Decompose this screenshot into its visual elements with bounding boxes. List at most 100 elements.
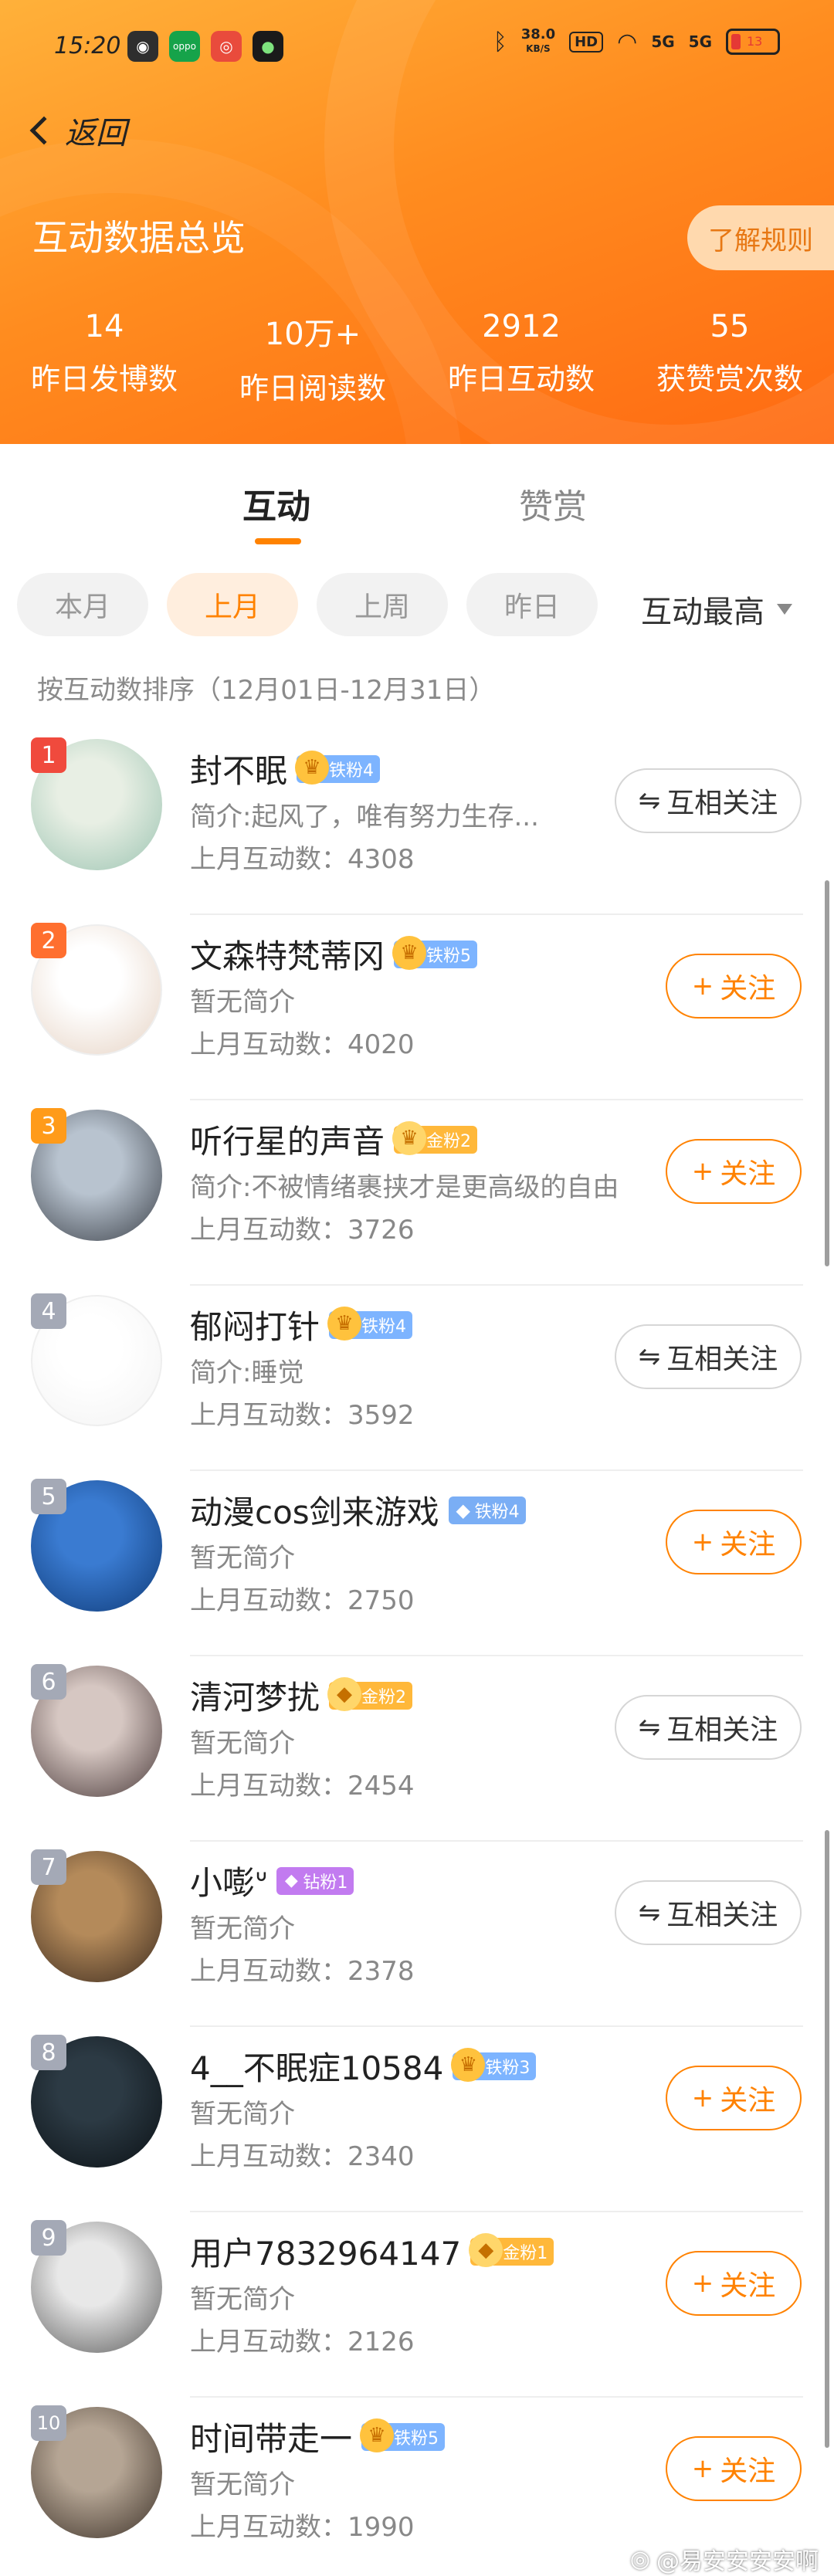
name-line: 4__不眠症10584 ♛ 铁粉3 [190, 2042, 537, 2090]
mutual-follow-button[interactable]: ⇋ 互相关注 [615, 1695, 802, 1760]
mutual-follow-button[interactable]: ⇋ 互相关注 [615, 1324, 802, 1389]
user-intro: 暂无简介 [190, 987, 295, 1018]
interaction-count: 上月互动数：1990 [190, 2506, 415, 2544]
wechat-icon: ◉ [127, 31, 158, 62]
stat-label: 昨日互动数 [447, 362, 595, 396]
user-name[interactable]: 封不眠 [190, 745, 287, 792]
user-intro: 暂无简介 [190, 2469, 295, 2500]
sort-dropdown[interactable]: 互动最高 [641, 587, 792, 632]
interaction-count-label: 上月互动数： [190, 1585, 348, 1616]
list-item[interactable]: 6 清河梦扰 ◆ 金粉2 暂无简介 上月互动数：2454 ⇋ 互相关注 [0, 1656, 834, 1842]
stat-value: 2912 [482, 309, 561, 344]
interaction-count-value: 2126 [348, 2327, 415, 2357]
back-label: 返回 [65, 116, 127, 151]
follow-button[interactable]: + 关注 [666, 2436, 802, 2501]
follow-button[interactable]: + 关注 [666, 2066, 802, 2130]
interaction-count: 上月互动数：4020 [190, 1023, 415, 1061]
button-label: 关注 [720, 2456, 776, 2487]
stat-posts: 14 昨日发博数 [0, 309, 208, 407]
tab-reward[interactable]: 赞赏 [519, 479, 587, 528]
page-title: 互动数据总览 [32, 217, 246, 259]
fan-level-text: 钻粉1 [303, 1873, 348, 1893]
user-name[interactable]: 文森特梵蒂冈 [190, 930, 385, 978]
interaction-count-label: 上月互动数： [190, 1400, 348, 1431]
filter-this-month[interactable]: 本月 [17, 573, 148, 636]
oppo-icon: oppo [169, 31, 200, 62]
list-item[interactable]: 5 动漫cos剑来游戏 ◆ 铁粉4 暂无简介 上月互动数：2750 + 关注 [0, 1471, 834, 1656]
signal-icon-2: 5G [688, 32, 712, 51]
list-item[interactable]: 9 用户7832964147 ◆ 金粉1 暂无简介 上月互动数：2126 + 关注 [0, 2212, 834, 2398]
filter-last-month[interactable]: 上月 [167, 573, 298, 636]
interaction-count-value: 2378 [348, 1956, 415, 1987]
button-label: 互相关注 [666, 1344, 778, 1375]
filter-yesterday[interactable]: 昨日 [466, 573, 598, 636]
follow-button[interactable]: + 关注 [666, 954, 802, 1019]
user-name[interactable]: 听行星的声音 [190, 1116, 385, 1163]
scrollbar-lower[interactable] [825, 1830, 829, 2448]
hd-icon: HD [569, 31, 604, 53]
weibo-icon: ◎ [629, 2545, 650, 2573]
rank-badge: 3 [31, 1108, 66, 1144]
button-label: 关注 [720, 973, 776, 1005]
interaction-count-value: 2340 [348, 2141, 415, 2172]
follow-button[interactable]: + 关注 [666, 1139, 802, 1204]
crown-icon: ♛ [327, 1306, 362, 1341]
tab-interaction[interactable]: 互动 [242, 479, 310, 528]
user-name[interactable]: 动漫cos剑来游戏 [190, 1486, 439, 1534]
plus-icon: + [691, 1527, 714, 1557]
rank-badge: 9 [31, 2220, 66, 2256]
fan-level-badge: ♛ 铁粉3 [451, 2047, 537, 2082]
list-item[interactable]: 3 听行星的声音 ♛ 金粉2 简介:不被情绪裹挟才是更高级的自由 上月互动数：3726 + 关… [0, 1100, 834, 1286]
list-item[interactable]: 7 小嘭ᐡ ◆ 钻粉1 暂无简介 上月互动数：2378 ⇋ 互相关注 [0, 1842, 834, 2027]
net-speed-value: 38.0 [520, 26, 556, 42]
user-intro: 简介:睡觉 [190, 1357, 304, 1388]
diamond-icon: ◆ [284, 1871, 298, 1890]
status-bar: 15:20 ◉ oppo ◎ ● ᛒ 38.0 KB/S HD ◠ 5G 5G … [0, 0, 834, 93]
fan-level-text: 铁粉4 [474, 1502, 520, 1522]
filter-last-week[interactable]: 上周 [317, 573, 448, 636]
rules-button[interactable]: 了解规则 [687, 205, 834, 270]
rank-badge: 8 [31, 2035, 66, 2070]
plus-icon: + [691, 1156, 714, 1187]
status-time: 15:20 [54, 32, 121, 59]
user-name[interactable]: 郁闷打针 [190, 1301, 320, 1348]
list-item[interactable]: 8 4__不眠症10584 ♛ 铁粉3 暂无简介 上月互动数：2340 + 关注 [0, 2027, 834, 2212]
button-label: 关注 [720, 1529, 776, 1561]
list-item[interactable]: 1 封不眠 ♛ 铁粉4 简介:起风了，唯有努力生存... 上月互动数：4308 ⇋ 互相关注 [0, 730, 834, 915]
follow-button[interactable]: + 关注 [666, 1510, 802, 1574]
stat-reads: 10万+ 昨日阅读数 [208, 309, 417, 407]
fan-level-text: 铁粉5 [426, 946, 472, 966]
button-label: 关注 [720, 2270, 776, 2302]
user-intro: 暂无简介 [190, 2284, 295, 2315]
fan-level-badge: ♛ 铁粉5 [360, 2418, 446, 2452]
user-name[interactable]: 用户7832964147 [190, 2228, 461, 2275]
user-name[interactable]: 小嘭ᐡ [190, 1857, 267, 1904]
list-item[interactable]: 4 郁闷打针 ♛ 铁粉4 简介:睡觉 上月互动数：3592 ⇋ 互相关注 [0, 1286, 834, 1471]
list-item[interactable]: 2 文森特梵蒂冈 ♛ 铁粉5 暂无简介 上月互动数：4020 + 关注 [0, 915, 834, 1100]
fan-level-badge: ♛ 金粉2 [392, 1120, 478, 1155]
user-list: 1 封不眠 ♛ 铁粉4 简介:起风了，唯有努力生存... 上月互动数：4308 ⇋ 互相关注 2… [0, 730, 834, 2576]
follow-button[interactable]: + 关注 [666, 2251, 802, 2316]
interaction-count: 上月互动数：3592 [190, 1394, 415, 1432]
user-name[interactable]: 时间带走一 [190, 2413, 352, 2460]
user-name[interactable]: 4__不眠症10584 [190, 2042, 443, 2090]
mutual-follow-button[interactable]: ⇋ 互相关注 [615, 1880, 802, 1945]
mutual-follow-button[interactable]: ⇋ 互相关注 [615, 768, 802, 833]
stat-value: 10万+ [264, 317, 361, 352]
name-line: 时间带走一 ♛ 铁粉5 [190, 2413, 446, 2460]
interaction-count-label: 上月互动数： [190, 1771, 348, 1802]
swap-icon: ⇋ [638, 1897, 661, 1928]
rank-badge: 6 [31, 1664, 66, 1700]
back-button[interactable]: 返回 [25, 108, 127, 153]
crown-icon: ♛ [392, 935, 427, 970]
interaction-count-label: 上月互动数： [190, 1029, 348, 1060]
user-name[interactable]: 清河梦扰 [190, 1672, 320, 1719]
interaction-count-label: 上月互动数： [190, 1215, 348, 1246]
sort-label: 互动最高 [641, 595, 764, 630]
fan-level-text: 金粉2 [361, 1687, 407, 1707]
time-filter: 本月 上月 上周 昨日 [17, 573, 598, 639]
swap-icon: ⇋ [638, 785, 661, 816]
fan-level-badge: ◆ 钻粉1 [276, 1866, 354, 1895]
scrollbar[interactable] [825, 880, 829, 1266]
user-intro: 暂无简介 [190, 1913, 295, 1944]
